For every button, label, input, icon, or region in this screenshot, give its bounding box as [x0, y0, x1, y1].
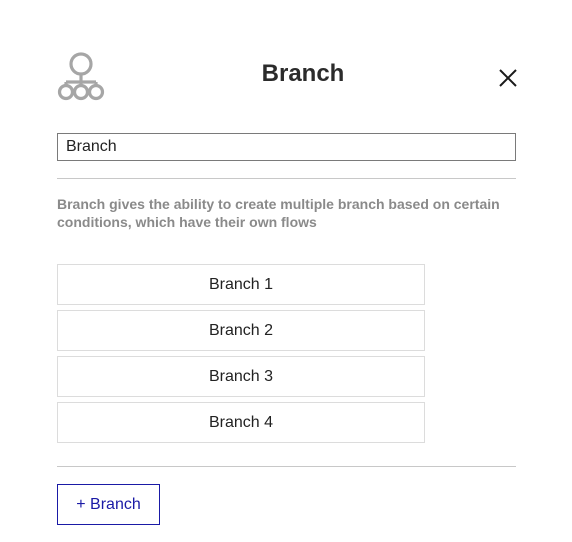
branch-item[interactable]: Branch 1: [57, 264, 425, 305]
close-icon[interactable]: [496, 66, 520, 90]
branch-description: Branch gives the ability to create multi…: [57, 196, 500, 230]
divider: [57, 466, 516, 467]
branch-panel: Branch Branch gives the ability to creat…: [0, 0, 572, 542]
add-branch-button[interactable]: + Branch: [57, 484, 160, 525]
branch-item[interactable]: Branch 2: [57, 310, 425, 351]
panel-title: Branch: [261, 60, 345, 87]
branch-item[interactable]: Branch 3: [57, 356, 425, 397]
divider: [57, 178, 516, 179]
branch-list: Branch 1 Branch 2 Branch 3 Branch 4: [57, 264, 425, 448]
branch-name-input[interactable]: [57, 133, 516, 161]
branch-item[interactable]: Branch 4: [57, 402, 425, 443]
